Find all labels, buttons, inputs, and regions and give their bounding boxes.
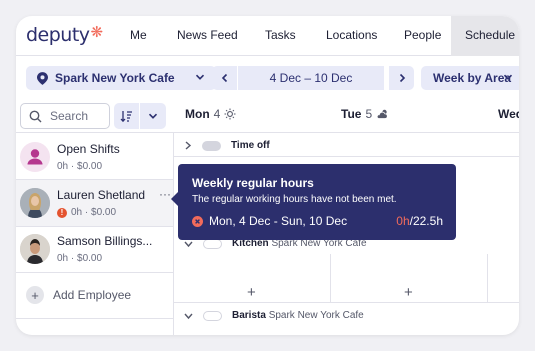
employee-meta: ! 0h · $0.00 xyxy=(57,207,116,218)
day-name: Mon xyxy=(185,107,210,121)
sun-icon xyxy=(224,108,236,120)
group-barista[interactable]: Barista Spark New York Cafe xyxy=(184,310,364,321)
group-location: Spark New York Cafe xyxy=(268,310,364,321)
day-header-tue: Tue 5 xyxy=(341,107,389,121)
chevron-right-icon[interactable] xyxy=(184,141,192,150)
tooltip-range: Mon, 4 Dec - Sun, 10 Dec xyxy=(192,214,347,228)
header-divider xyxy=(16,132,519,133)
avatar xyxy=(20,188,50,218)
chevron-down-icon[interactable] xyxy=(184,240,193,248)
nav-schedule[interactable]: Schedule xyxy=(451,16,519,56)
group-toggle[interactable] xyxy=(203,310,222,321)
employee-name: Open Shifts xyxy=(57,142,120,156)
sort-icon xyxy=(120,110,132,122)
group-name: Barista xyxy=(232,310,266,321)
day-name: Tue xyxy=(341,107,362,121)
employee-name: Lauren Shetland xyxy=(57,188,146,202)
more-options-icon[interactable]: ··· xyxy=(159,187,171,201)
group-toggle[interactable] xyxy=(202,140,221,151)
top-nav: deputy ❋ Me News Feed Tasks Locations Pe… xyxy=(16,16,519,56)
chevron-down-icon xyxy=(195,74,205,80)
nav-people[interactable]: People xyxy=(404,16,441,56)
employee-meta: 0h · $0.00 xyxy=(57,161,102,172)
nav-tasks[interactable]: Tasks xyxy=(265,16,296,56)
employee-row-samson-billings[interactable]: Samson Billings... 0h · $0.00 xyxy=(16,226,173,272)
group-time-off[interactable]: Time off xyxy=(184,140,270,151)
day-number: 4 xyxy=(213,107,221,121)
employee-hours-cost: 0h · $0.00 xyxy=(57,253,103,264)
day-divider xyxy=(330,254,331,302)
group-divider xyxy=(173,302,519,303)
chevron-down-icon[interactable] xyxy=(184,312,193,320)
column-divider xyxy=(173,132,174,335)
avatar xyxy=(20,234,50,264)
employee-hours-cost: 0h · $0.00 xyxy=(57,161,103,172)
app-window: deputy ❋ Me News Feed Tasks Locations Pe… xyxy=(16,16,519,335)
view-selector[interactable]: Week by Area xyxy=(421,66,519,90)
employee-row-lauren-shetland[interactable]: Lauren Shetland ! 0h · $0.00 ··· xyxy=(16,180,173,226)
plus-icon: + xyxy=(26,286,44,304)
employee-row-open-shifts[interactable]: Open Shifts 0h · $0.00 xyxy=(16,134,173,180)
row-divider xyxy=(16,272,173,273)
nav-news-feed[interactable]: News Feed xyxy=(177,16,238,56)
tooltip-date-range: Mon, 4 Dec - Sun, 10 Dec xyxy=(209,214,348,228)
add-shift-mon-kitchen[interactable]: + xyxy=(247,284,256,301)
sort-options-button[interactable] xyxy=(140,103,166,129)
chevron-down-icon xyxy=(503,74,513,80)
add-shift-tue-kitchen[interactable]: + xyxy=(404,284,413,301)
chevron-left-icon xyxy=(221,73,227,83)
deputy-logo[interactable]: deputy ❋ xyxy=(26,24,103,46)
partly-cloudy-icon xyxy=(376,109,388,119)
person-icon xyxy=(27,149,43,165)
prev-week-button[interactable] xyxy=(212,66,237,90)
day-number: 5 xyxy=(365,107,373,121)
row-divider xyxy=(16,318,173,319)
warning-icon[interactable]: ! xyxy=(57,207,67,218)
search-icon xyxy=(29,110,42,122)
profile-photo xyxy=(20,188,50,218)
profile-photo xyxy=(20,234,50,264)
date-range[interactable]: 4 Dec – 10 Dec xyxy=(238,66,384,90)
employee-meta: 0h · $0.00 xyxy=(57,253,102,264)
add-employee-button[interactable]: + Add Employee xyxy=(26,286,131,304)
location-label: Spark New York Cafe xyxy=(55,71,175,85)
alert-circle-icon xyxy=(192,215,203,227)
tooltip-hours: 0h/22.5h xyxy=(396,214,443,228)
search-input[interactable]: Search xyxy=(20,103,110,129)
day-name: Wed xyxy=(498,107,519,121)
view-label: Week by Area xyxy=(433,71,512,85)
chevron-down-icon xyxy=(148,113,158,119)
location-pin-icon xyxy=(37,71,48,85)
sort-button[interactable] xyxy=(114,103,139,129)
day-header-wed: Wed xyxy=(498,107,519,121)
nav-me[interactable]: Me xyxy=(130,16,147,56)
avatar xyxy=(20,142,50,172)
nav-locations[interactable]: Locations xyxy=(326,16,377,56)
location-selector[interactable]: Spark New York Cafe xyxy=(26,66,216,90)
employee-name: Samson Billings... xyxy=(57,234,153,248)
employee-hours-cost: 0h · $0.00 xyxy=(71,207,117,218)
tooltip-description: The regular working hours have not been … xyxy=(192,194,397,205)
search-placeholder: Search xyxy=(50,109,89,123)
hours-worked: 0h xyxy=(396,214,410,228)
hours-target: /22.5h xyxy=(409,214,443,228)
tooltip-title: Weekly regular hours xyxy=(192,176,314,190)
app-frame: deputy ❋ Me News Feed Tasks Locations Pe… xyxy=(0,0,535,351)
chevron-right-icon xyxy=(399,73,405,83)
weekly-hours-tooltip: Weekly regular hours The regular working… xyxy=(171,164,456,240)
logo-star-icon: ❋ xyxy=(90,24,104,41)
day-divider xyxy=(487,254,488,302)
day-header-mon: Mon 4 xyxy=(185,107,236,121)
logo-text: deputy xyxy=(26,24,90,46)
group-divider xyxy=(173,156,519,157)
add-employee-label: Add Employee xyxy=(53,288,132,302)
next-week-button[interactable] xyxy=(389,66,414,90)
group-name: Time off xyxy=(231,140,270,151)
group-toggle[interactable] xyxy=(203,238,222,249)
